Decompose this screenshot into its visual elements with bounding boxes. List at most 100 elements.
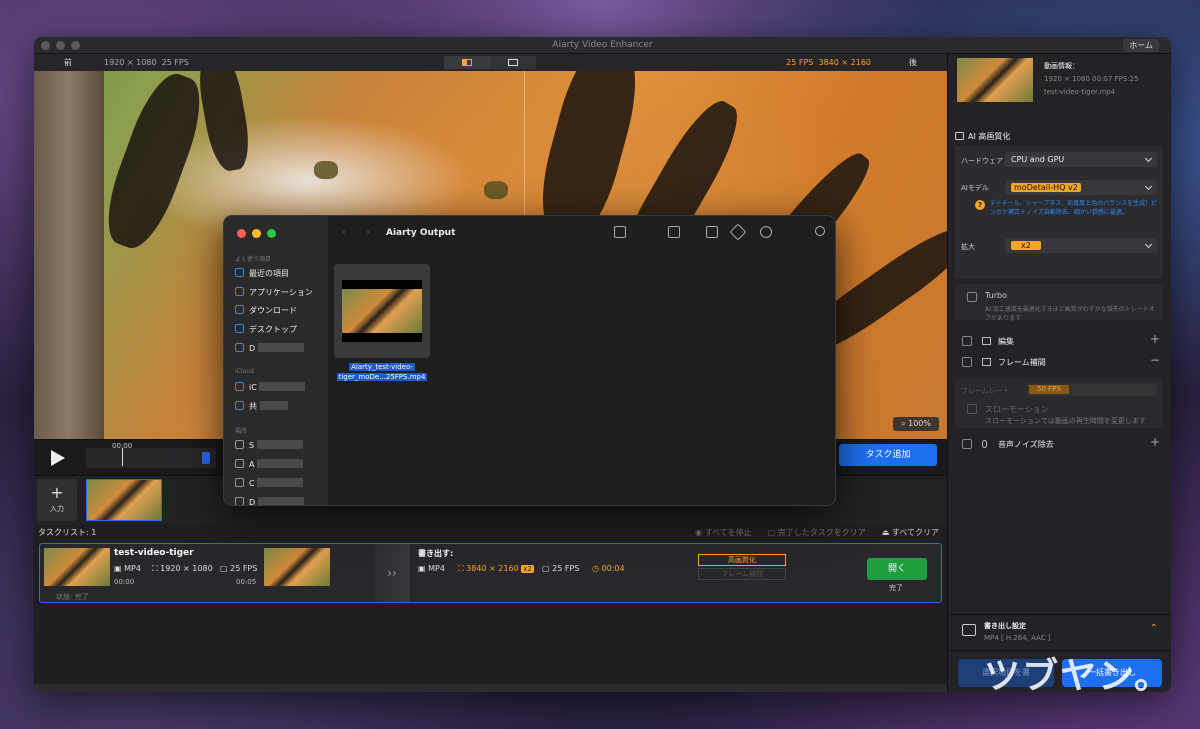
chevron-down-icon bbox=[1144, 182, 1153, 191]
task-fps: ▢ 25 FPS bbox=[220, 564, 258, 573]
done-label: 完了 bbox=[889, 584, 903, 592]
collapse-icon[interactable]: − bbox=[1150, 353, 1160, 367]
stop-all-button[interactable]: ◉ すべてを停止 bbox=[695, 525, 752, 541]
finder-sidebar: よく使う項目 最近の項目 アプリケーション ダウンロード デスクトップ D iC… bbox=[224, 216, 328, 505]
ai-enhance-box: ハードウェア CPU and GPU AIモデル moDetail-HQ v2 … bbox=[955, 146, 1163, 279]
task-start: 00:00 bbox=[114, 578, 135, 586]
more-icon[interactable] bbox=[760, 226, 772, 238]
icon-view-icon[interactable] bbox=[614, 226, 626, 238]
video-file-name: test-video-tiger.mp4 bbox=[1044, 88, 1116, 96]
out-resolution: ⛶ 3840 × 2160 x2 bbox=[458, 564, 534, 573]
step-interp-tag: フレーム補間 bbox=[698, 568, 786, 580]
sidebar-item-downloads[interactable]: ダウンロード bbox=[235, 305, 297, 316]
help-icon[interactable]: ? bbox=[975, 200, 985, 210]
task-name: test-video-tiger bbox=[114, 548, 194, 558]
group-icon[interactable] bbox=[668, 226, 680, 238]
denoise-checkbox[interactable] bbox=[962, 439, 972, 449]
export-settings[interactable]: 書き出し設定 MP4 [ H.264, AAC ] ⌃ bbox=[948, 614, 1171, 648]
hardware-select[interactable]: CPU and GPU bbox=[1005, 152, 1157, 167]
turbo-checkbox[interactable] bbox=[967, 292, 977, 302]
sidebar-item-applications[interactable]: アプリケーション bbox=[235, 287, 313, 298]
finder-title: Aiarty Output bbox=[386, 228, 456, 238]
play-icon[interactable] bbox=[51, 450, 65, 466]
zoom-level[interactable]: ⌕ 100% bbox=[893, 417, 939, 431]
after-label: 後 bbox=[909, 58, 917, 67]
dropbox-icon bbox=[235, 497, 244, 505]
sidebar-item-icloud[interactable]: iC bbox=[235, 382, 306, 392]
file-thumbnail bbox=[342, 280, 422, 342]
expand-icon[interactable]: + bbox=[1150, 435, 1160, 449]
chevron-right-icon: ›› bbox=[374, 544, 410, 602]
expand-icon[interactable]: + bbox=[1150, 332, 1160, 346]
microphone-icon bbox=[982, 440, 987, 448]
sidebar-item-recents[interactable]: 最近の項目 bbox=[235, 268, 289, 279]
edit-checkbox[interactable] bbox=[962, 336, 972, 346]
frame-interp-box: フレームレート 50 FPS スローモーション スローモーションでは動画の再生時… bbox=[955, 378, 1163, 428]
disk-icon bbox=[235, 459, 244, 468]
ai-enhance-icon bbox=[955, 132, 964, 140]
frame-interp-section[interactable]: フレーム補間 − bbox=[948, 352, 1171, 372]
playhead[interactable] bbox=[122, 448, 123, 466]
forward-icon[interactable]: › bbox=[366, 227, 370, 238]
model-help-text: ディテール、シャープネス、彩度度と色のバランスを生成！ピンボケ補正＋ノイズ自動除… bbox=[990, 200, 1158, 216]
chevron-up-icon[interactable]: ⌃ bbox=[1150, 623, 1158, 634]
chevron-down-icon bbox=[1144, 240, 1153, 249]
task-row[interactable]: test-video-tiger ▣ MP4 ⛶ 1920 × 1080 ▢ 2… bbox=[39, 543, 942, 603]
edit-icon bbox=[982, 337, 991, 345]
turbo-label: Turbo bbox=[985, 291, 1008, 300]
file-name[interactable]: Aiarty_test-video-tiger_moDe...25FPS.mp4 bbox=[332, 362, 432, 382]
watermark: ツブヤン。 bbox=[984, 656, 1172, 697]
file-item[interactable] bbox=[334, 264, 430, 358]
source-thumbnail[interactable] bbox=[86, 479, 162, 521]
task-format: ▣ MP4 bbox=[114, 564, 141, 573]
finder-toolbar: ‹ › Aiarty Output bbox=[328, 216, 835, 250]
sidebar-item-location-1[interactable]: S bbox=[235, 440, 303, 450]
video-info-heading: 動画情報： bbox=[1044, 62, 1079, 70]
disk-icon bbox=[235, 440, 244, 449]
sidebar-item-location-3[interactable]: C bbox=[235, 478, 304, 488]
frame-rate-select[interactable]: 50 FPS bbox=[1027, 383, 1157, 396]
sidebar-item-desktop[interactable]: デスクトップ bbox=[235, 324, 297, 335]
slow-motion-checkbox[interactable] bbox=[967, 404, 977, 414]
cloud-icon bbox=[235, 478, 244, 487]
sidebar-item-documents[interactable]: D bbox=[235, 343, 304, 353]
chevron-down-icon bbox=[1144, 154, 1153, 163]
edit-section[interactable]: 編集 + bbox=[948, 331, 1171, 351]
sidebar-item-location-4[interactable]: D bbox=[235, 497, 304, 505]
back-icon[interactable]: ‹ bbox=[342, 227, 346, 238]
finder-window: よく使う項目 最近の項目 アプリケーション ダウンロード デスクトップ D iC… bbox=[223, 215, 836, 506]
scale-select[interactable]: x2 bbox=[1005, 238, 1157, 253]
timeline-track[interactable] bbox=[86, 448, 216, 468]
slow-motion-label: スローモーション bbox=[985, 405, 1049, 414]
sidebar-item-location-2[interactable]: A bbox=[235, 459, 304, 469]
favorites-header: よく使う項目 bbox=[235, 256, 272, 263]
turbo-box: Turbo AI 加工速度を最適化するほど画質がわずかな損失のトレードオフがあり… bbox=[955, 284, 1163, 322]
open-button[interactable]: 開く bbox=[867, 558, 927, 580]
before-label: 前 bbox=[64, 58, 72, 67]
add-task-button[interactable]: タスク追加 bbox=[839, 444, 937, 466]
clear-all-button[interactable]: ⏏ すべてクリア bbox=[882, 525, 939, 541]
export-label: 書き出す: bbox=[418, 549, 454, 558]
share-icon[interactable] bbox=[706, 226, 718, 238]
side-by-side-button[interactable] bbox=[490, 56, 536, 69]
task-output-thumb bbox=[264, 548, 330, 586]
denoise-section[interactable]: 音声ノイズ除去 + bbox=[948, 434, 1171, 454]
frame-interp-checkbox[interactable] bbox=[962, 357, 972, 367]
tasklist-header: タスクリスト: 1 ◉ すべてを停止 ▢ 完了したタスクをクリア ⏏ すべてクリ… bbox=[34, 525, 947, 541]
panel-thumbnail bbox=[957, 58, 1033, 102]
sidebar-item-shared[interactable]: 共 bbox=[235, 401, 288, 412]
task-status: 状態: 完了 bbox=[56, 593, 89, 601]
finder-traffic-lights[interactable] bbox=[237, 229, 276, 238]
home-button[interactable]: ホーム bbox=[1123, 39, 1159, 52]
model-select[interactable]: moDetail-HQ v2 bbox=[1005, 180, 1157, 195]
tasklist-title: タスクリスト: 1 bbox=[38, 528, 97, 537]
add-input-button[interactable]: + 入力 bbox=[37, 479, 77, 521]
frame-rate-label: フレームレート bbox=[961, 387, 1010, 395]
side-by-side-icon bbox=[508, 59, 518, 66]
clear-done-button[interactable]: ▢ 完了したタスクをクリア bbox=[768, 525, 866, 541]
output-info: 25 FPS 3840 × 2160 bbox=[786, 58, 871, 67]
tag-icon[interactable] bbox=[729, 223, 747, 241]
search-icon[interactable] bbox=[815, 226, 825, 236]
split-view-button[interactable] bbox=[444, 56, 490, 69]
timeline-marker[interactable] bbox=[202, 452, 210, 464]
